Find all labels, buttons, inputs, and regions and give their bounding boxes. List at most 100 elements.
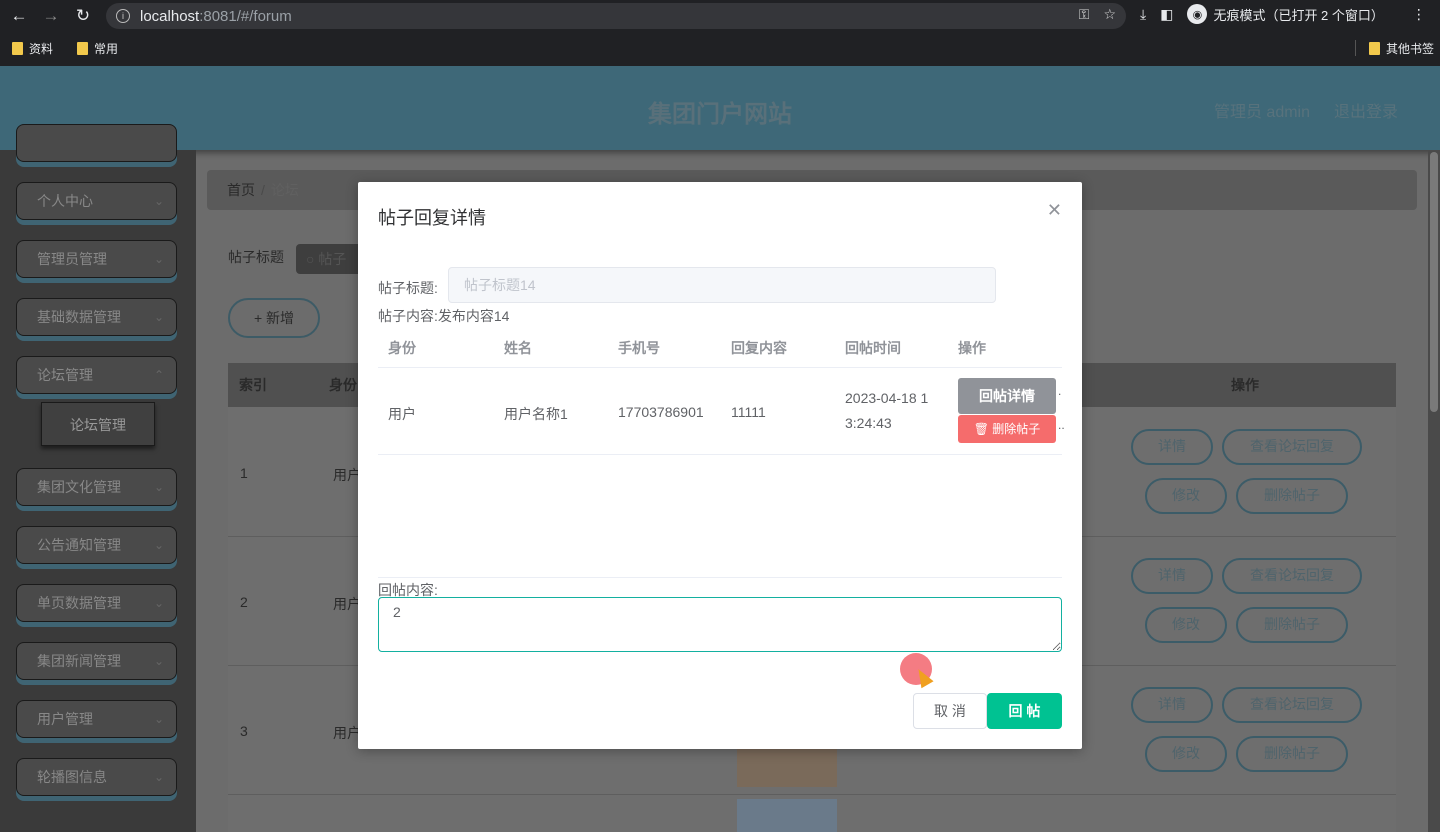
sidebar-item-partial[interactable]: [16, 124, 177, 162]
submit-reply-button[interactable]: 回 帖: [987, 693, 1062, 729]
reply-content-input[interactable]: 2: [378, 597, 1062, 652]
table-cell-identity: 用户: [333, 467, 361, 483]
view-replies-button[interactable]: 查看论坛回复: [1222, 558, 1362, 594]
reply-time-line2: 3:24:43: [845, 415, 892, 431]
sidebar-item-carousel[interactable]: 轮播图信息 ⌄: [16, 758, 177, 796]
bookmark-folder[interactable]: 资料: [12, 40, 53, 57]
browser-chrome: ← → ↻ i localhost:8081/#/forum ⚿ ☆ ⤓ ◧ ◉…: [0, 0, 1440, 66]
chevron-down-icon: ⌄: [153, 712, 164, 726]
bookmark-folder[interactable]: 常用: [77, 40, 118, 57]
page-scrollbar[interactable]: [1428, 150, 1440, 832]
search-label: 帖子标题: [228, 249, 284, 265]
post-content-value: 发布内容14: [437, 308, 510, 324]
sidebar-item-users[interactable]: 用户管理 ⌄: [16, 700, 177, 738]
chevron-down-icon: ⌄: [153, 770, 164, 784]
edit-button[interactable]: 修改: [1145, 478, 1227, 514]
detail-button[interactable]: 详情: [1131, 429, 1213, 465]
logout-link[interactable]: 退出登录: [1334, 98, 1398, 122]
chevron-down-icon: ⌄: [153, 654, 164, 668]
reply-name: 用户名称1: [504, 406, 568, 422]
reply-detail-button[interactable]: 回帖详情: [958, 378, 1056, 414]
search-placeholder: 帖子: [318, 251, 347, 267]
detail-button[interactable]: 详情: [1131, 558, 1213, 594]
chevron-down-icon: ⌄: [153, 538, 164, 552]
edit-button[interactable]: 修改: [1145, 607, 1227, 643]
scroll-thumb[interactable]: [1430, 152, 1438, 412]
sidebar-item-notice[interactable]: 公告通知管理 ⌄: [16, 526, 177, 564]
sidebar-item-admin[interactable]: 管理员管理 ⌄: [16, 240, 177, 278]
column-header: 索引: [239, 377, 267, 393]
bookmarks-bar: 资料 常用 其他书签: [0, 36, 1440, 60]
cancel-button[interactable]: 取 消: [913, 693, 987, 729]
key-icon[interactable]: ⚿: [1079, 6, 1090, 23]
chevron-down-icon: ⌄: [153, 252, 164, 266]
other-bookmarks[interactable]: 其他书签: [1368, 40, 1434, 57]
sidebar-item-basic-data[interactable]: 基础数据管理 ⌄: [16, 298, 177, 336]
address-bar[interactable]: i localhost:8081/#/forum ⚿ ☆: [106, 3, 1126, 29]
sidebar-item-label: 轮播图信息: [37, 769, 107, 785]
sidebar-item-forum[interactable]: 论坛管理 ⌃: [16, 356, 177, 394]
delete-reply-button[interactable]: 🗑 删除帖子: [958, 415, 1056, 443]
breadcrumb-home[interactable]: 首页: [227, 182, 255, 198]
bookmark-label: 常用: [94, 41, 119, 56]
dialog-title: 帖子回复详情: [378, 208, 486, 228]
sidebar-item-label: 个人中心: [37, 193, 93, 209]
url-host: localhost: [140, 7, 200, 25]
sidebar-item-label: 管理员管理: [37, 251, 107, 267]
delete-button[interactable]: 删除帖子: [1236, 607, 1348, 643]
table-cell-index: 2: [240, 594, 248, 610]
overflow-dots: ..: [1058, 418, 1065, 432]
sidebar-item-culture[interactable]: 集团文化管理 ⌄: [16, 468, 177, 506]
incognito-indicator[interactable]: ◉ 无痕模式（已打开 2 个窗口）: [1187, 4, 1384, 24]
add-button[interactable]: + 新增: [228, 298, 320, 338]
submenu-forum[interactable]: 论坛管理: [41, 402, 155, 446]
post-content: 帖子内容:发布内容14: [378, 306, 509, 326]
sidepanel-icon[interactable]: ◧: [1160, 6, 1173, 23]
table-cell-identity: 用户: [333, 725, 361, 741]
detail-button[interactable]: 详情: [1131, 687, 1213, 723]
delete-button[interactable]: 删除帖子: [1236, 478, 1348, 514]
bookmark-label: 其他书签: [1385, 41, 1434, 56]
incognito-icon: ◉: [1187, 4, 1208, 24]
search-icon: ○: [306, 251, 319, 267]
download-icon[interactable]: ⤓: [1140, 6, 1146, 23]
forward-icon[interactable]: →: [38, 3, 64, 29]
row-thumbnail: [737, 799, 837, 832]
table-cell-index: 3: [240, 723, 248, 739]
post-content-label: 帖子内容:: [378, 308, 438, 324]
column-header: 姓名: [504, 340, 532, 356]
overflow-dots: .: [1058, 384, 1062, 398]
menu-icon[interactable]: ⋮: [1412, 6, 1426, 23]
folder-icon: [1368, 41, 1380, 55]
close-icon[interactable]: ✕: [1047, 200, 1062, 221]
star-icon[interactable]: ☆: [1103, 6, 1116, 23]
sidebar-item-label: 集团文化管理: [37, 479, 121, 495]
sidebar-item-label: 公告通知管理: [37, 537, 121, 553]
breadcrumb-current: 论坛: [270, 182, 299, 198]
reload-icon[interactable]: ↻: [70, 3, 96, 29]
url-path: :8081/#/forum: [199, 7, 292, 25]
bookmark-label: 资料: [29, 41, 54, 56]
folder-icon: [77, 41, 89, 55]
edit-button[interactable]: 修改: [1145, 736, 1227, 772]
view-replies-button[interactable]: 查看论坛回复: [1222, 429, 1362, 465]
delete-reply-label: 删除帖子: [992, 422, 1041, 436]
table-cell-index: 1: [240, 465, 248, 481]
chevron-down-icon: ⌄: [153, 310, 164, 324]
reply-content: 11111: [731, 404, 766, 420]
sidebar-item-personal[interactable]: 个人中心 ⌄: [16, 182, 177, 220]
chevron-up-icon: ⌃: [153, 368, 164, 382]
folder-icon: [12, 41, 23, 55]
table-row: 用户 用户名称1 17703786901 11111 2023-04-18 1 …: [378, 368, 1065, 455]
reply-detail-dialog: 帖子回复详情 ✕ 帖子标题: 帖子标题14 帖子内容:发布内容14 身份 姓名 …: [358, 182, 1082, 749]
incognito-label: 无痕模式（已打开 2 个窗口）: [1213, 7, 1384, 23]
sidebar-item-news[interactable]: 集团新闻管理 ⌄: [16, 642, 177, 680]
back-icon[interactable]: ←: [6, 3, 32, 29]
delete-button[interactable]: 删除帖子: [1236, 736, 1348, 772]
sidebar-item-pages[interactable]: 单页数据管理 ⌄: [16, 584, 177, 622]
column-header: 回复内容: [731, 340, 787, 356]
view-replies-button[interactable]: 查看论坛回复: [1222, 687, 1362, 723]
info-icon[interactable]: i: [116, 9, 130, 23]
chevron-down-icon: ⌄: [153, 596, 164, 610]
divider: [378, 577, 1062, 578]
